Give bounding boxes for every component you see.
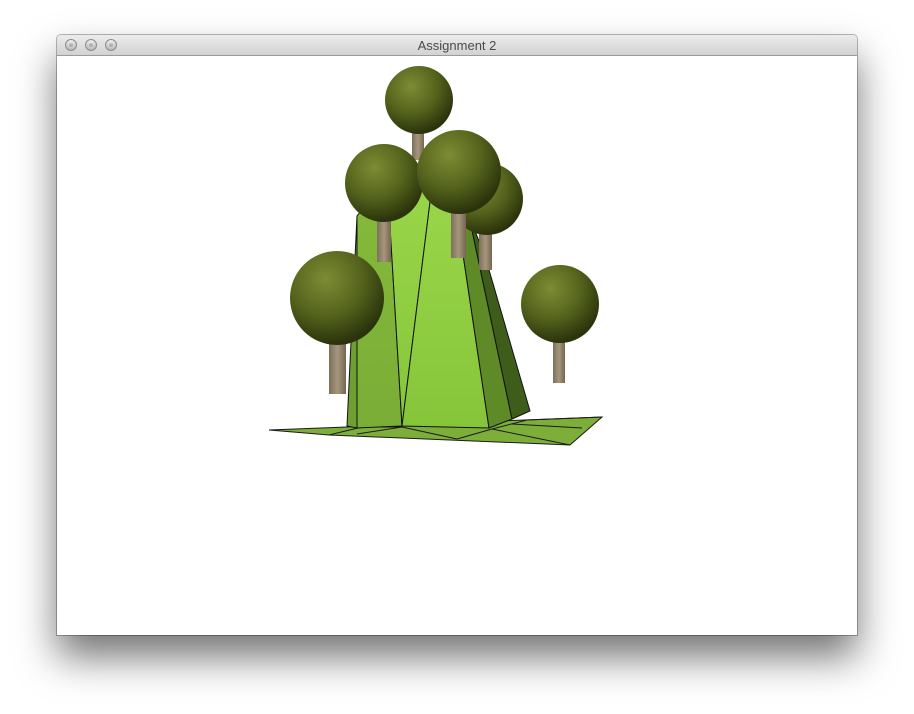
title-bar[interactable]: Assignment 2 [57, 35, 857, 56]
app-window: Assignment 2 [57, 35, 857, 635]
render-canvas[interactable] [57, 56, 857, 635]
tree-right-small [521, 265, 599, 383]
window-title: Assignment 2 [417, 38, 497, 53]
scene-svg [268, 66, 604, 446]
